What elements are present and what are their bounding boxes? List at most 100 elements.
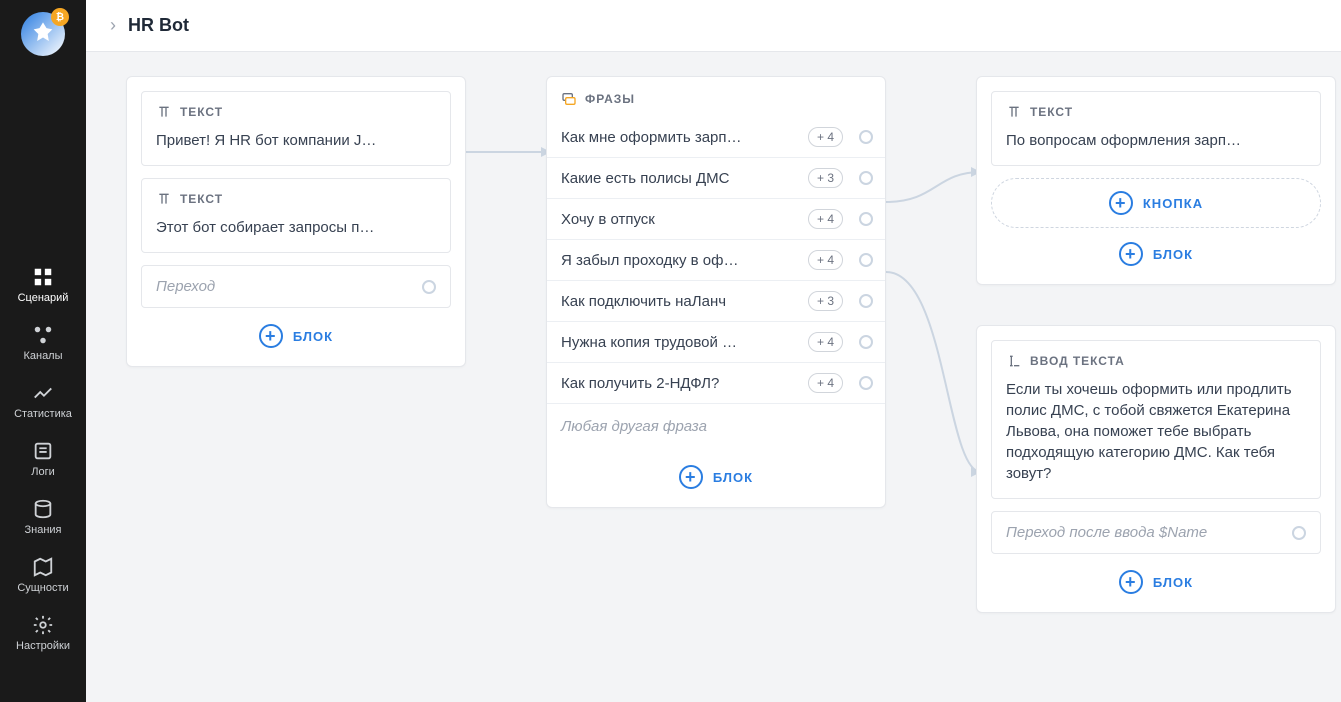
add-block-label: БЛОК [293,329,333,344]
database-icon [32,498,54,520]
phrase-row[interactable]: Как получить 2-НДФЛ? + 4 [547,362,885,403]
logo-badge: ₿ [51,8,69,26]
section-label: ФРАЗЫ [585,92,635,106]
grid-icon [32,266,54,288]
phrase-row[interactable]: Нужна копия трудовой …+ 4 [547,321,885,362]
connector-dot-icon[interactable] [859,130,873,144]
section-body: Привет! Я HR бот компании J… [142,130,450,165]
section-label: ТЕКСТ [180,192,223,206]
section-label: ТЕКСТ [180,105,223,119]
phrase-row[interactable]: Как подключить наЛанч + 3 [547,280,885,321]
connector-dot-icon[interactable] [859,253,873,267]
node-text-answer[interactable]: ТЕКСТ По вопросам оформления зарп… + КНО… [976,76,1336,285]
text-icon [1006,104,1022,120]
add-block-button[interactable]: + БЛОК [991,554,1321,594]
phrase-badge: + 4 [808,127,843,147]
logo-icon [29,20,57,48]
phrase-badge: + 4 [808,332,843,352]
nav-label: Статистика [14,408,72,420]
plus-icon: + [1109,191,1133,215]
nav-label: Сущности [17,582,68,594]
phrase-row[interactable]: Как мне оформить зарп…+ 4 [547,117,885,157]
sidebar-item-entities[interactable]: Сущности [0,546,86,604]
section-label: ВВОД ТЕКСТА [1030,354,1125,368]
connector-dot-icon[interactable] [859,335,873,349]
add-block-button[interactable]: + БЛОК [991,234,1321,266]
phrase-badge: + 3 [808,168,843,188]
column-2: ФРАЗЫ Как мне оформить зарп…+ 4Какие ест… [546,76,886,508]
node-phrases[interactable]: ФРАЗЫ Как мне оформить зарп…+ 4Какие ест… [546,76,886,508]
stats-icon [32,382,54,404]
phrase-text: Как подключить наЛанч [561,293,800,310]
phrase-badge: + 4 [808,250,843,270]
text-icon [156,191,172,207]
section-head: ТЕКСТ [992,92,1320,130]
chevron-right-icon: › [110,15,116,36]
node-text-input[interactable]: ВВОД ТЕКСТА Если ты хочешь оформить или … [976,325,1336,613]
sidebar-item-knowledge[interactable]: Знания [0,488,86,546]
connector-dot-icon[interactable] [422,280,436,294]
add-block-label: БЛОК [1153,575,1193,590]
phrase-badge: + 3 [808,291,843,311]
connector-dot-icon[interactable] [859,294,873,308]
sidebar-item-channels[interactable]: Каналы [0,314,86,372]
section-head: ТЕКСТ [142,179,450,217]
add-block-label: БЛОК [713,470,753,485]
other-phrase-row[interactable]: Любая другая фраза [547,403,885,449]
nav-label: Сценарий [18,292,69,304]
add-block-button[interactable]: + БЛОК [547,449,885,489]
text-block[interactable]: ТЕКСТ По вопросам оформления зарп… [991,91,1321,166]
phrase-list: Как мне оформить зарп…+ 4Какие есть поли… [547,117,885,403]
transition-slot[interactable]: Переход после ввода $Name [991,511,1321,554]
phrase-row[interactable]: Хочу в отпуск+ 4 [547,198,885,239]
plus-icon: + [1119,242,1143,266]
text-input-icon [1006,353,1022,369]
connector-dot-icon[interactable] [859,171,873,185]
phrase-badge: + 4 [808,373,843,393]
section-head: ФРАЗЫ [547,91,885,117]
section-label: ТЕКСТ [1030,105,1073,119]
nav-label: Настройки [16,640,70,652]
phrase-row[interactable]: Какие есть полисы ДМС + 3 [547,157,885,198]
canvas[interactable]: ТЕКСТ Привет! Я HR бот компании J… ТЕКСТ… [86,52,1341,702]
add-button-label: КНОПКА [1143,196,1203,211]
nav-label: Каналы [23,350,62,362]
add-button-button[interactable]: + КНОПКА [991,178,1321,228]
sidebar-item-settings[interactable]: Настройки [0,604,86,662]
phrase-row[interactable]: Я забыл проходку в оф…+ 4 [547,239,885,280]
plus-icon: + [1119,570,1143,594]
page-title: HR Bot [128,15,189,36]
connector-dot-icon[interactable] [859,376,873,390]
sidebar-item-scenario[interactable]: Сценарий [0,256,86,314]
section-head: ВВОД ТЕКСТА [992,341,1320,379]
transition-placeholder: Переход [156,278,215,295]
phrase-text: Какие есть полисы ДМС [561,170,800,187]
column-3: ТЕКСТ По вопросам оформления зарп… + КНО… [976,76,1336,613]
section-head: ТЕКСТ [142,92,450,130]
add-block-button[interactable]: + БЛОК [141,308,451,348]
plus-icon: + [679,465,703,489]
text-block[interactable]: ТЕКСТ Привет! Я HR бот компании J… [141,91,451,166]
gear-icon [32,614,54,636]
plus-icon: + [259,324,283,348]
text-block[interactable]: ТЕКСТ Этот бот собирает запросы п… [141,178,451,253]
channels-icon [32,324,54,346]
connector-dot-icon[interactable] [859,212,873,226]
sidebar-item-logs[interactable]: Логи [0,430,86,488]
transition-slot[interactable]: Переход [141,265,451,308]
app-logo[interactable]: ₿ [21,12,65,56]
column-1: ТЕКСТ Привет! Я HR бот компании J… ТЕКСТ… [126,76,466,367]
section-body: Этот бот собирает запросы п… [142,217,450,252]
add-block-label: БЛОК [1153,247,1193,262]
logs-icon [32,440,54,462]
transition-placeholder: Переход после ввода $Name [1006,524,1207,541]
text-input-block[interactable]: ВВОД ТЕКСТА Если ты хочешь оформить или … [991,340,1321,499]
connector-dot-icon[interactable] [1292,526,1306,540]
nav-label: Знания [24,524,61,536]
text-icon [156,104,172,120]
phrase-text: Как получить 2-НДФЛ? [561,375,800,392]
phrases-icon [561,91,577,107]
sidebar-item-stats[interactable]: Статистика [0,372,86,430]
phrase-text: Хочу в отпуск [561,211,800,228]
node-start[interactable]: ТЕКСТ Привет! Я HR бот компании J… ТЕКСТ… [126,76,466,367]
